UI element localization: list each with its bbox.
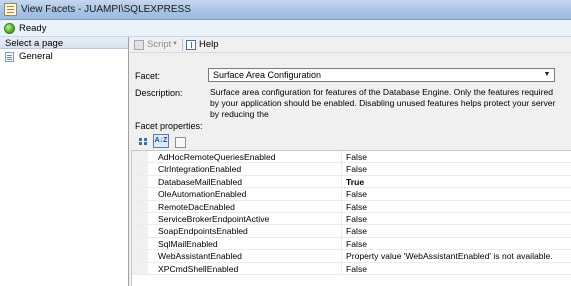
- row-gutter: [132, 225, 148, 237]
- property-row[interactable]: DatabaseMailEnabled True: [132, 175, 571, 189]
- property-row[interactable]: XPCmdShellEnabled False: [132, 262, 571, 275]
- property-name: DatabaseMailEnabled: [158, 176, 243, 187]
- property-name: WebAssistantEnabled: [158, 251, 242, 262]
- property-row[interactable]: SqlMailEnabled False: [132, 237, 571, 251]
- select-page-panel: Select a page General: [0, 37, 129, 286]
- column-divider: [341, 250, 342, 262]
- property-name: AdHocRemoteQueriesEnabled: [158, 152, 276, 162]
- categorized-icon[interactable]: [135, 134, 151, 148]
- toolbar: Script ▼ Help: [130, 37, 571, 53]
- column-divider: [341, 262, 342, 274]
- row-gutter: [132, 188, 148, 200]
- column-divider: [341, 151, 342, 163]
- property-row[interactable]: ServiceBrokerEndpointActive False: [132, 212, 571, 226]
- select-page-header: Select a page: [0, 37, 128, 49]
- toolbar-separator: [182, 39, 183, 51]
- property-value[interactable]: False: [346, 164, 367, 174]
- chevron-down-icon[interactable]: ▼: [542, 70, 552, 80]
- facets-window-icon: [4, 3, 17, 16]
- script-label: Script: [147, 39, 172, 50]
- row-gutter: [132, 175, 148, 188]
- property-name: OleAutomationEnabled: [158, 189, 247, 200]
- column-divider: [341, 237, 342, 250]
- column-divider: [341, 175, 342, 188]
- description-text: Surface area configuration for features …: [210, 87, 556, 119]
- column-divider: [341, 200, 342, 212]
- window-title: View Facets - JUAMPI\SQLEXPRESS: [21, 4, 191, 15]
- facet-dropdown[interactable]: Surface Area Configuration ▼: [208, 68, 555, 82]
- property-row[interactable]: WebAssistantEnabled Property value 'WebAs…: [132, 250, 571, 263]
- row-gutter: [132, 151, 148, 163]
- property-name: RemoteDacEnabled: [158, 201, 235, 212]
- property-value[interactable]: False: [346, 214, 367, 224]
- row-gutter: [132, 200, 148, 212]
- column-divider: [341, 212, 342, 225]
- row-gutter: [132, 262, 148, 274]
- facet-label: Facet:: [135, 71, 161, 81]
- row-gutter: [132, 250, 148, 262]
- property-name: XPCmdShellEnabled: [158, 263, 239, 274]
- property-value[interactable]: False: [346, 226, 367, 236]
- property-pages-icon[interactable]: [171, 134, 187, 148]
- title-bar: View Facets - JUAMPI\SQLEXPRESS: [0, 0, 571, 20]
- description-label: Description:: [135, 88, 183, 98]
- property-row[interactable]: RemoteDacEnabled False: [132, 200, 571, 213]
- properties-grid: AdHocRemoteQueriesEnabled False ClrIntegra…: [131, 150, 571, 286]
- row-gutter: [132, 212, 148, 225]
- status-bar: Ready: [0, 20, 571, 37]
- property-value[interactable]: False: [346, 152, 367, 162]
- property-row[interactable]: ClrIntegrationEnabled False: [132, 163, 571, 176]
- property-value[interactable]: Property value 'WebAssistantEnabled' is …: [346, 251, 553, 261]
- page-item-label: General: [19, 51, 53, 62]
- script-icon: [134, 40, 144, 50]
- property-row[interactable]: AdHocRemoteQueriesEnabled False: [132, 151, 571, 164]
- facet-content: Facet: Surface Area Configuration ▼ Desc…: [130, 54, 571, 286]
- property-value[interactable]: False: [346, 189, 367, 199]
- alphabetical-sort-icon[interactable]: A↓Z: [153, 134, 169, 148]
- property-name: SqlMailEnabled: [158, 238, 218, 249]
- property-value[interactable]: False: [346, 202, 367, 212]
- property-name: ClrIntegrationEnabled: [158, 164, 242, 175]
- column-divider: [341, 163, 342, 175]
- property-value[interactable]: True: [346, 177, 364, 187]
- row-gutter: [132, 163, 148, 175]
- help-label: Help: [199, 39, 219, 50]
- property-row[interactable]: OleAutomationEnabled False: [132, 188, 571, 201]
- status-text: Ready: [19, 23, 47, 34]
- column-divider: [341, 188, 342, 200]
- property-name: ServiceBrokerEndpointActive: [158, 213, 270, 224]
- row-gutter: [132, 237, 148, 250]
- column-divider: [341, 225, 342, 237]
- property-value[interactable]: False: [346, 239, 367, 249]
- ready-icon: [4, 23, 15, 34]
- page-icon: [5, 52, 14, 62]
- help-icon: [186, 40, 196, 50]
- facet-properties-label: Facet properties:: [135, 121, 203, 131]
- facet-dropdown-value: Surface Area Configuration: [213, 70, 322, 80]
- property-value[interactable]: False: [346, 264, 367, 274]
- script-dropdown-arrow-icon[interactable]: ▼: [172, 41, 178, 47]
- property-row[interactable]: SoapEndpointsEnabled False: [132, 225, 571, 238]
- property-name: SoapEndpointsEnabled: [158, 226, 248, 237]
